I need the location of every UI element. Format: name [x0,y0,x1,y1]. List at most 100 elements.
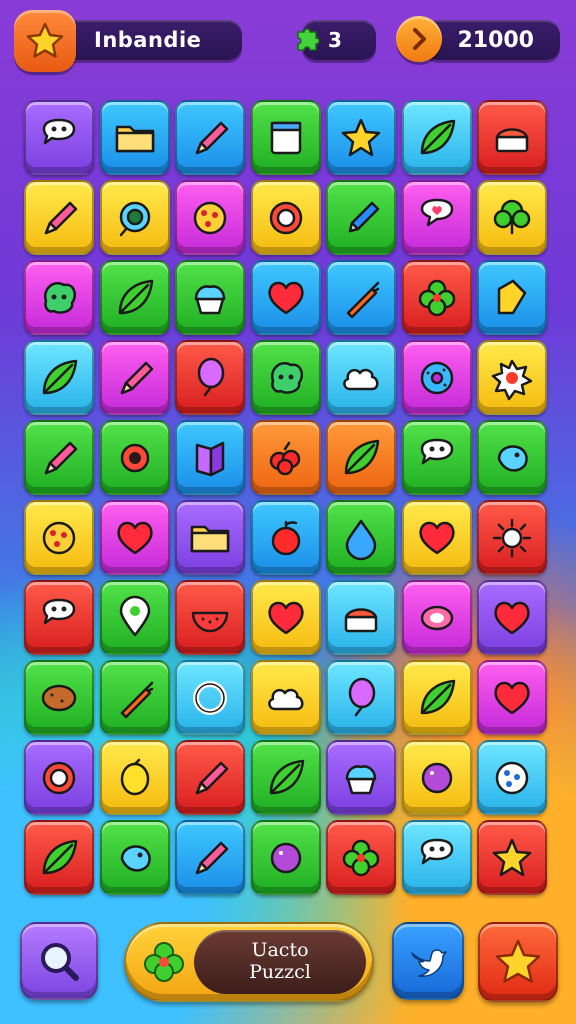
tile[interactable] [250,260,321,335]
tile[interactable] [250,420,321,495]
tile[interactable] [401,660,472,735]
tile[interactable] [24,340,94,415]
tile[interactable] [401,820,472,895]
tile[interactable] [24,740,94,815]
splat-icon [491,359,533,400]
tile[interactable] [99,660,170,735]
play-button-label: Uacto Puzzcl [194,930,366,994]
tile[interactable] [477,660,547,735]
tile[interactable] [175,100,245,175]
dots-icon [495,761,529,794]
bonus-star-button[interactable] [478,922,558,1002]
tile[interactable] [250,740,321,815]
star-icon [492,838,532,876]
tile[interactable] [24,260,94,335]
tile[interactable] [175,340,245,415]
tile[interactable] [250,660,321,735]
note-icon [497,279,527,314]
tile[interactable] [326,580,396,655]
tile[interactable] [326,420,396,495]
tile[interactable] [401,260,472,335]
tile[interactable] [24,180,94,255]
peacock-icon [119,201,150,236]
folder-icon [115,125,154,152]
tile[interactable] [24,100,94,175]
tile[interactable] [477,820,547,895]
chat-icon [420,838,453,864]
tile[interactable] [326,340,396,415]
tile[interactable] [326,180,396,255]
apple-icon [271,520,300,555]
tile[interactable] [24,580,94,655]
tile[interactable] [24,660,94,735]
play-puzzle-button[interactable]: Uacto Puzzcl [124,922,374,1002]
tile[interactable] [477,500,547,575]
share-button[interactable] [392,922,464,1000]
tile[interactable] [477,260,547,335]
tile[interactable] [250,820,321,895]
pencil-icon [44,201,78,234]
tile[interactable] [401,420,472,495]
tile[interactable] [250,180,321,255]
tile[interactable] [477,580,547,655]
tile[interactable] [175,820,245,895]
clover-icon [144,942,184,982]
tile[interactable] [99,100,170,175]
tile[interactable] [326,100,396,175]
tile[interactable] [175,580,245,655]
tile[interactable] [477,100,547,175]
bird-icon [497,444,528,472]
tile[interactable] [99,820,170,895]
pencil-icon [195,121,229,154]
tile[interactable] [250,100,321,175]
tile[interactable] [326,500,396,575]
tile[interactable] [477,340,547,415]
tile[interactable] [250,340,321,415]
tile[interactable] [99,340,170,415]
score-badge[interactable] [396,16,442,62]
tile[interactable] [175,260,245,335]
search-button[interactable] [20,922,98,1000]
chat-heart-icon [420,198,453,226]
tile[interactable] [250,500,321,575]
tile[interactable] [401,580,472,655]
tile[interactable] [401,100,472,175]
watermelon-icon [191,611,229,632]
tile[interactable] [477,180,547,255]
tile[interactable] [24,500,94,575]
tile[interactable] [99,740,170,815]
tile[interactable] [99,260,170,335]
tile[interactable] [401,180,472,255]
tile[interactable] [175,420,245,495]
tile[interactable] [401,500,472,575]
game-screen: Inbandie 3 21000 Uacto Puzzcl [0,0,576,1024]
tile[interactable] [326,660,396,735]
window-icon [270,121,301,154]
tile[interactable] [326,260,396,335]
tile[interactable] [99,420,170,495]
tile[interactable] [99,180,170,255]
drop-icon [345,519,377,560]
pencil-icon [195,841,229,874]
tile[interactable] [401,340,472,415]
tile[interactable] [326,820,396,895]
tile[interactable] [99,500,170,575]
tile[interactable] [477,420,547,495]
tile[interactable] [401,740,472,815]
tree-icon [493,199,531,234]
leaf-icon [42,839,78,874]
tile[interactable] [99,580,170,655]
tile[interactable] [175,500,245,575]
tile[interactable] [326,740,396,815]
tile[interactable] [477,740,547,815]
tile[interactable] [24,820,94,895]
level-star-badge[interactable] [14,10,76,72]
cupcake-icon [194,284,226,314]
tile[interactable] [24,420,94,495]
tile[interactable] [175,180,245,255]
tile[interactable] [175,740,245,815]
tile[interactable] [175,660,245,735]
heart-icon [116,521,153,554]
tile[interactable] [250,580,321,655]
chat-icon [420,438,453,464]
